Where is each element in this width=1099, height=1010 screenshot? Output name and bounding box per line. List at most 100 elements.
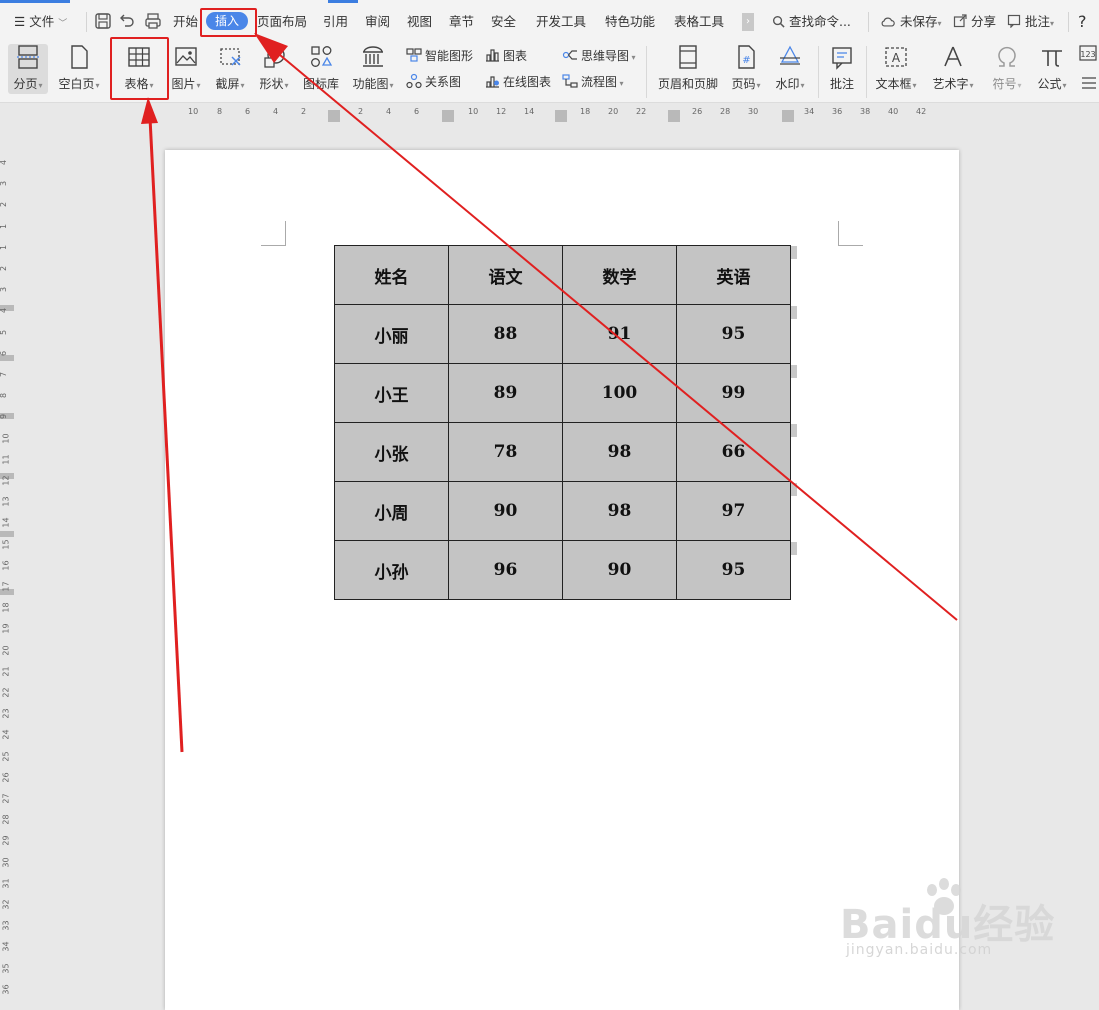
mind-map-icon	[562, 47, 578, 63]
row-resize-handle[interactable]	[791, 365, 797, 378]
page-number-button[interactable]: # 页码▾	[726, 42, 766, 100]
table-cell[interactable]: 99	[676, 363, 791, 423]
table-cell[interactable]: 100	[562, 363, 677, 423]
text-box-button[interactable]: A 文本框▾	[872, 42, 920, 100]
ruler-tick-label: 10	[1, 433, 11, 444]
print-icon[interactable]	[144, 12, 162, 30]
tab-developer[interactable]: 开发工具	[536, 12, 586, 32]
table-cell[interactable]: 89	[448, 363, 563, 423]
row-resize-handle[interactable]	[791, 483, 797, 496]
vertical-ruler[interactable]: 4321123456789101112131415161718192021222…	[0, 123, 14, 994]
pi-icon	[1039, 44, 1065, 70]
table-cell[interactable]: 98	[562, 422, 677, 482]
command-search[interactable]: 查找命令...	[772, 12, 851, 32]
table-header-cell[interactable]: 英语	[676, 245, 791, 305]
mind-map-button[interactable]: 思维导图 ▾	[562, 46, 636, 66]
table-header-cell[interactable]: 姓名	[334, 245, 449, 305]
function-chart-button[interactable]: 功能图▾	[348, 42, 398, 100]
table-cell[interactable]: 小王	[334, 363, 449, 423]
share-button[interactable]: 分享	[953, 12, 996, 32]
tab-page-layout[interactable]: 页面布局	[257, 12, 307, 32]
screenshot-button[interactable]: 截屏▾	[210, 42, 250, 100]
table-row: 小张 78 98 66	[334, 422, 791, 482]
save-icon[interactable]	[94, 12, 112, 30]
ruler-tick-label: 5	[0, 330, 8, 335]
ruler-tick-label: 23	[1, 708, 11, 719]
ruler-tick-label: 25	[1, 751, 11, 762]
tab-references[interactable]: 引用	[323, 12, 348, 32]
online-chart-button[interactable]: 在线图表	[484, 72, 551, 92]
word-art-button[interactable]: 艺术字▾	[928, 42, 978, 100]
table-cell[interactable]: 95	[676, 540, 791, 600]
table-cell[interactable]: 96	[448, 540, 563, 600]
tab-review[interactable]: 审阅	[365, 12, 390, 32]
help-button[interactable]: ?	[1078, 12, 1087, 32]
ruler-tick-label: 1	[0, 245, 8, 250]
page-break-icon	[15, 44, 41, 70]
table-row: 小丽 88 91 95	[334, 304, 791, 364]
table-cell[interactable]: 小孙	[334, 540, 449, 600]
align-lines-icon[interactable]	[1080, 74, 1098, 92]
table-cell[interactable]: 98	[562, 481, 677, 541]
table-cell[interactable]: 小丽	[334, 304, 449, 364]
ruler-tick-label: 30	[1, 857, 11, 868]
formula-button[interactable]: 公式▾	[1032, 42, 1072, 100]
insert-comment-button[interactable]: 批注	[824, 42, 860, 100]
table-cell[interactable]: 97	[676, 481, 791, 541]
table-cell[interactable]: 95	[676, 304, 791, 364]
insert-picture-button[interactable]: 图片▾	[166, 42, 206, 100]
comment-menu-button[interactable]: 批注▾	[1007, 12, 1054, 32]
tab-security[interactable]: 安全	[491, 12, 516, 32]
ruler-tick-label: 36	[1, 984, 11, 995]
tab-chapter[interactable]: 章节	[449, 12, 474, 32]
table-cell[interactable]: 小张	[334, 422, 449, 482]
table-header-cell[interactable]: 语文	[448, 245, 563, 305]
row-resize-handle[interactable]	[791, 424, 797, 437]
table-cell[interactable]: 小周	[334, 481, 449, 541]
row-resize-handle[interactable]	[791, 542, 797, 555]
flowchart-button[interactable]: 流程图 ▾	[562, 72, 624, 92]
undo-icon[interactable]	[118, 12, 136, 30]
row-resize-handle[interactable]	[791, 246, 797, 259]
watermark-button[interactable]: 水印▾	[770, 42, 810, 100]
table-cell[interactable]: 88	[448, 304, 563, 364]
table-header-cell[interactable]: 数学	[562, 245, 677, 305]
table-cell[interactable]: 90	[562, 540, 677, 600]
ruler-tick-label: 31	[1, 878, 11, 889]
number-list-icon[interactable]: 123	[1078, 44, 1098, 64]
smart-graphic-button[interactable]: 智能图形	[406, 46, 473, 66]
table-cell[interactable]: 66	[676, 422, 791, 482]
icon-library-icon	[308, 44, 334, 70]
baidu-watermark: Baidu经验 jingyan.baidu.com	[840, 878, 1055, 978]
ruler-tick-label: 6	[0, 351, 8, 356]
ruler-tick-label: 34	[1, 941, 11, 952]
tab-special-features[interactable]: 特色功能	[605, 12, 655, 32]
blank-page-icon	[66, 44, 92, 70]
file-menu-button[interactable]: ☰ 文件 ﹀	[14, 12, 67, 32]
insert-tab-highlight	[200, 8, 257, 37]
header-footer-button[interactable]: 页眉和页脚	[654, 42, 722, 100]
blank-page-button[interactable]: 空白页▾	[54, 42, 104, 100]
table-cell[interactable]: 78	[448, 422, 563, 482]
chart-button[interactable]: 图表	[484, 46, 527, 66]
scroll-tabs-button[interactable]: ›	[742, 13, 754, 31]
shapes-button[interactable]: 形状▾	[254, 42, 294, 100]
relation-chart-button[interactable]: 关系图	[406, 72, 461, 92]
score-table[interactable]: 姓名 语文 数学 英语 小丽 88 91 95 小王 89 100 99 小张 …	[334, 245, 791, 600]
unsaved-button[interactable]: 未保存▾	[880, 12, 942, 32]
tab-table-tools[interactable]: 表格工具	[674, 12, 724, 32]
icon-library-button[interactable]: 图标库	[299, 42, 343, 100]
ruler-tick-label: 15	[1, 539, 11, 550]
search-icon	[772, 14, 789, 29]
tab-view[interactable]: 视图	[407, 12, 432, 32]
tab-home[interactable]: 开始	[173, 12, 198, 32]
symbol-button[interactable]: 符号▾	[984, 42, 1030, 100]
table-cell[interactable]: 91	[562, 304, 677, 364]
horizontal-ruler[interactable]: 10 8 6 4 2 2 4 6 10 12 14 18 20 22 26 28…	[0, 103, 1099, 123]
table-cell[interactable]: 90	[448, 481, 563, 541]
page-break-button[interactable]: 分页▾	[6, 42, 50, 100]
row-resize-handle[interactable]	[791, 306, 797, 319]
smart-graphic-icon	[406, 47, 422, 63]
svg-text:123: 123	[1080, 50, 1095, 59]
share-icon	[953, 14, 971, 29]
